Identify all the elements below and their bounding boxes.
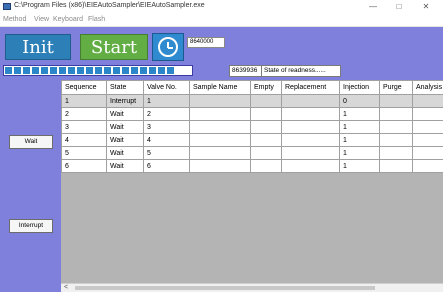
table-row[interactable]: 3 Wait 3 1 [61,120,443,134]
table-cell[interactable] [189,94,251,108]
table-cell[interactable]: 2 [61,107,107,121]
table-cell[interactable]: Wait [106,146,144,160]
table-cell[interactable]: 2 [143,107,190,121]
table-cell[interactable]: 1 [61,94,107,108]
table-cell[interactable] [379,133,413,147]
column-header[interactable]: Purge [379,80,413,95]
table-cell[interactable] [250,159,282,173]
column-header[interactable]: Injection [339,80,380,95]
column-header[interactable]: Empty [250,80,282,95]
table-cell[interactable]: 3 [143,120,190,134]
menu-method[interactable]: Method [3,16,26,23]
menu-keyboard[interactable]: Keyboard [53,16,83,23]
table-cell[interactable] [412,133,443,147]
table-cell[interactable]: 6 [61,159,107,173]
table-cell[interactable]: 4 [143,133,190,147]
init-button[interactable]: Init [5,34,71,60]
table-cell[interactable]: 1 [339,120,380,134]
table-cell[interactable] [412,107,443,121]
menu-view[interactable]: View [34,16,49,23]
table-cell[interactable] [189,133,251,147]
close-button[interactable]: ✕ [416,1,436,13]
time-counter: 8640000 [187,37,225,48]
table-cell[interactable]: 6 [143,159,190,173]
wait-button[interactable]: Wait [9,135,53,149]
column-header[interactable]: Analysis [412,80,443,95]
table-cell[interactable] [281,94,340,108]
table-cell[interactable] [189,107,251,121]
table-row[interactable]: 2 Wait 2 1 [61,107,443,121]
table-cell[interactable]: 1 [143,94,190,108]
table-cell[interactable] [379,94,413,108]
status-message: State of readness...... [261,65,341,77]
table-cell[interactable]: 5 [143,146,190,160]
table-row[interactable]: 6 Wait 6 1 [61,159,443,173]
scroll-left-icon[interactable]: < [64,284,68,292]
table-cell[interactable] [250,94,282,108]
column-header[interactable]: Replacement [281,80,340,95]
progress-bar [3,65,193,76]
table-header: Sequence State Valve No. Sample Name Emp… [61,80,443,95]
table-cell[interactable] [412,120,443,134]
table-cell[interactable] [412,159,443,173]
table-cell[interactable] [250,133,282,147]
menu-flash[interactable]: Flash [88,16,105,23]
table-cell[interactable]: 5 [61,146,107,160]
table-cell[interactable] [379,120,413,134]
table-row[interactable]: 1 Interrupt 1 0 [61,94,443,108]
table-cell[interactable] [281,159,340,173]
table-cell[interactable] [250,120,282,134]
table-cell[interactable] [250,146,282,160]
window-title: C:\Program Files (x86)\EIEAutoSampler\EI… [14,2,205,9]
table-cell[interactable]: 3 [61,120,107,134]
table-cell[interactable] [281,120,340,134]
column-header[interactable]: Sample Name [189,80,251,95]
table-cell[interactable] [250,107,282,121]
table-cell[interactable] [189,120,251,134]
table-cell[interactable]: Wait [106,159,144,173]
status-counter: 8639936 [229,65,262,77]
table-row[interactable]: 4 Wait 4 1 [61,133,443,147]
table-cell[interactable] [189,146,251,160]
table-cell[interactable]: Wait [106,120,144,134]
column-header[interactable]: State [106,80,144,95]
maximize-button[interactable]: □ [389,1,409,13]
table-cell[interactable] [412,146,443,160]
progress-fill [5,67,175,74]
scroll-thumb[interactable] [75,286,375,290]
table-cell[interactable]: 1 [339,107,380,121]
table-cell[interactable]: 1 [339,133,380,147]
table-cell[interactable]: 1 [339,159,380,173]
horizontal-scrollbar[interactable]: < [61,283,443,292]
menu-bar: Method View Keyboard Flash [0,14,443,27]
minimize-button[interactable]: — [363,1,383,13]
table-cell[interactable]: 1 [339,146,380,160]
table-cell[interactable]: Wait [106,107,144,121]
table-cell[interactable]: 0 [339,94,380,108]
table-cell[interactable] [379,107,413,121]
table-cell[interactable] [189,159,251,173]
table-cell[interactable] [379,159,413,173]
table-cell[interactable] [281,146,340,160]
column-header[interactable]: Sequence [61,80,107,95]
app-icon [3,3,11,10]
table-cell[interactable] [281,107,340,121]
timer-button[interactable] [152,33,184,61]
clock-icon [158,37,178,57]
table-cell[interactable]: Interrupt [106,94,144,108]
interrupt-button[interactable]: Interrupt [9,219,53,233]
table-cell[interactable] [412,94,443,108]
table-cell[interactable] [379,146,413,160]
column-header[interactable]: Valve No. [143,80,190,95]
table-row[interactable]: 5 Wait 5 1 [61,146,443,160]
table-cell[interactable] [281,133,340,147]
sequence-table: Sequence State Valve No. Sample Name Emp… [61,80,443,283]
table-cell[interactable]: Wait [106,133,144,147]
title-bar: C:\Program Files (x86)\EIEAutoSampler\EI… [0,0,443,14]
start-button[interactable]: Start [80,34,148,60]
table-cell[interactable]: 4 [61,133,107,147]
